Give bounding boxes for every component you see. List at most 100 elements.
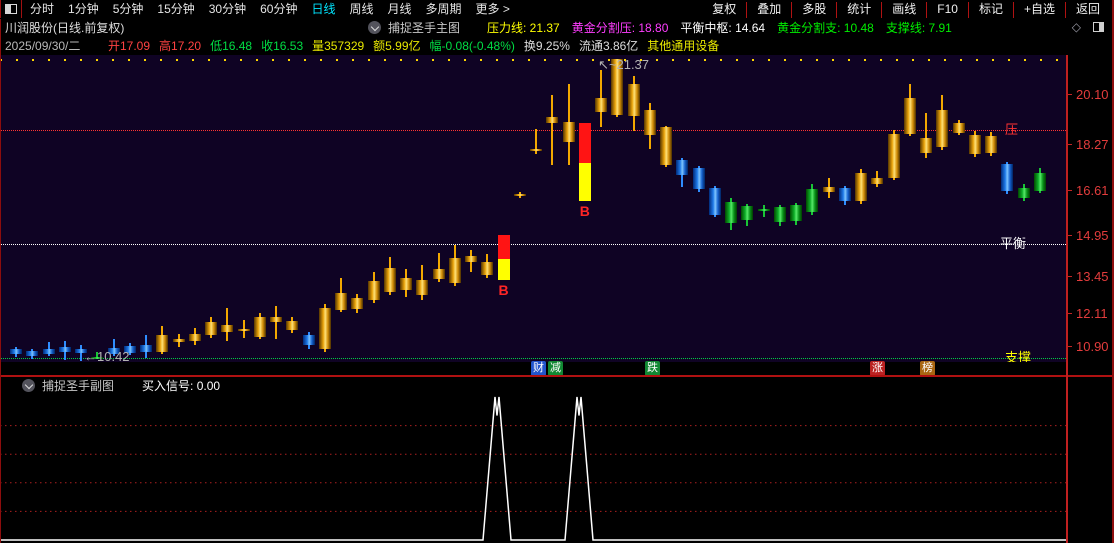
event-badge-涨[interactable]: 涨 [870, 361, 885, 376]
metric-压力线: 压力线: 21.37 [487, 21, 560, 35]
main-indicator-name[interactable]: 捕捉圣手主图 [388, 19, 460, 37]
event-badge-榜[interactable]: 榜 [920, 361, 935, 376]
candlestick-plot[interactable]: 压平衡 支撑 B B ↖~21.37 ←10.42 [0, 55, 1066, 362]
candle-body [42, 348, 55, 355]
toolbar-button-返回[interactable]: 返回 [1066, 0, 1110, 19]
price-axis-label: 12.11 [1076, 305, 1108, 321]
candle-body [773, 206, 786, 223]
toolbar-button-画线[interactable]: 画线 [882, 0, 926, 19]
chevron-down-circle-icon[interactable] [22, 379, 35, 392]
candle-body [302, 334, 315, 345]
quote-item: 其他通用设备 [647, 39, 720, 53]
price-axis-label: 16.61 [1076, 182, 1109, 198]
quote-item: 幅-0.08(-0.48%) [429, 39, 515, 53]
toolbar-button-F10[interactable]: F10 [927, 0, 968, 19]
sub-indicator-name[interactable]: 捕捉圣手副图 [42, 377, 114, 395]
candle-body [26, 351, 39, 356]
candle-body [725, 202, 737, 223]
candle-body [1017, 188, 1030, 198]
price-axis-label: 18.27 [1076, 137, 1109, 153]
candle-body [335, 292, 347, 310]
reference-line-压力线 [0, 59, 1066, 62]
collapse-diamond-icon[interactable]: ◇ [1072, 20, 1081, 34]
candle-body [286, 320, 299, 330]
maximize-panel-icon[interactable] [1093, 22, 1104, 32]
candle-body [58, 347, 71, 353]
quote-item: 开17.09 [108, 39, 151, 53]
candle-wick [551, 94, 554, 165]
candle-body [188, 333, 201, 341]
toolbar-button-标记[interactable]: 标记 [969, 0, 1013, 19]
event-badge-财[interactable]: 财 [531, 361, 546, 376]
toolbar-button-叠加[interactable]: 叠加 [747, 0, 791, 19]
quote-info-bar: 2025/09/30/二 开17.09 高17.20 低16.48 收16.53 量35… [0, 37, 1114, 55]
menu-timeframe-60分钟[interactable]: 60分钟 [260, 0, 297, 19]
metric-平衡中枢: 平衡中枢: 14.64 [680, 21, 766, 35]
menu-timeframe-1分钟[interactable]: 1分钟 [68, 0, 99, 19]
buy-signal-mark: B [498, 281, 509, 298]
candle-body [855, 172, 867, 202]
candle-body [790, 204, 802, 222]
layout-panel-icon[interactable] [5, 4, 17, 14]
stock-chart-window: 分时 1分钟 5分钟 15分钟 30分钟 60分钟 日线 周线 月线 多周期 更多 > 复权 叠加 多股… [0, 0, 1114, 543]
candle-body [530, 148, 542, 151]
chevron-down-circle-icon[interactable] [368, 21, 381, 34]
reference-line-黄金分割支 [0, 357, 1066, 359]
price-axis-label: 20.10 [1076, 87, 1109, 102]
toolbar-button-多股[interactable]: 多股 [792, 0, 836, 19]
quote-item: 额5.99亿 [373, 39, 421, 53]
menu-timeframe-15分钟[interactable]: 15分钟 [157, 0, 194, 19]
candle-body [676, 159, 689, 175]
toolbar-button-复权[interactable]: 复权 [702, 0, 746, 19]
main-chart-area[interactable]: 压平衡 支撑 B B ↖~21.37 ←10.42 20.10 18.27 16.61 14.9… [0, 55, 1114, 376]
menu-timeframe-5分钟[interactable]: 5分钟 [113, 0, 144, 19]
candle-body [432, 268, 445, 280]
candle-wick [275, 306, 277, 340]
candle-body [838, 187, 851, 202]
event-badge-减[interactable]: 减 [548, 361, 563, 376]
buy-signal-readout: 买入信号: 0.00 [142, 377, 220, 395]
candle-body [546, 117, 559, 124]
reference-line-平衡中枢 [0, 243, 1066, 245]
buy-signal-candle-yellow [578, 163, 591, 202]
price-annotation: ←10.42 [84, 349, 130, 362]
menu-timeframe-日线[interactable]: 日线 [311, 0, 335, 19]
menu-timeframe-分时[interactable]: 分时 [30, 0, 54, 19]
candle-body [903, 98, 916, 134]
quote-item: 低16.48 [210, 39, 253, 53]
reference-label-黄金分割支: 支撑 [1005, 349, 1032, 362]
candle-body [627, 84, 640, 117]
menu-timeframe-更多 >[interactable]: 更多 > [476, 0, 510, 19]
menu-timeframe-月线[interactable]: 月线 [388, 0, 412, 19]
candle-body [400, 277, 412, 290]
candle-body [887, 133, 900, 178]
quote-item: 收16.53 [261, 39, 304, 53]
menu-timeframe-周线[interactable]: 周线 [349, 0, 373, 19]
candle-body [643, 109, 656, 135]
candle-body [172, 339, 185, 342]
candle-body [936, 109, 949, 148]
window-border-left [0, 19, 1, 543]
candle-body [10, 349, 22, 355]
indicator-metrics: 压力线: 21.37 黄金分割压: 18.80 平衡中枢: 14.64 黄金分割支: … [487, 19, 952, 37]
candle-body [871, 177, 884, 185]
buy-signal-label: 买入信号: [142, 379, 194, 393]
event-badge-跌[interactable]: 跌 [645, 361, 660, 376]
candle-body [270, 317, 282, 322]
menu-timeframe-多周期[interactable]: 多周期 [426, 0, 462, 19]
toolbar-button-统计[interactable]: 统计 [837, 0, 881, 19]
sub-chart-area[interactable]: 1.000.800.600.400.200.00 [0, 394, 1114, 543]
candle-body [205, 321, 217, 336]
toolbar-button-+自选[interactable]: +自选 [1014, 0, 1065, 19]
buy-signal-candle-red [497, 235, 510, 259]
candle-body [595, 98, 607, 112]
signal-line-plot [0, 396, 1066, 541]
metric-黄金分割支: 黄金分割支: 10.48 [777, 21, 874, 35]
candle-body [416, 279, 429, 295]
quote-item: 换9.25% [523, 39, 570, 53]
menu-timeframe-30分钟[interactable]: 30分钟 [209, 0, 246, 19]
candle-body [1033, 173, 1046, 191]
stock-title: 川润股份(日线.前复权) [5, 21, 125, 35]
toolbar-menu: 复权 叠加 多股 统计 画线 F10 标记 +自选 返回 [702, 0, 1110, 19]
price-axis-label: 10.90 [1076, 339, 1109, 355]
